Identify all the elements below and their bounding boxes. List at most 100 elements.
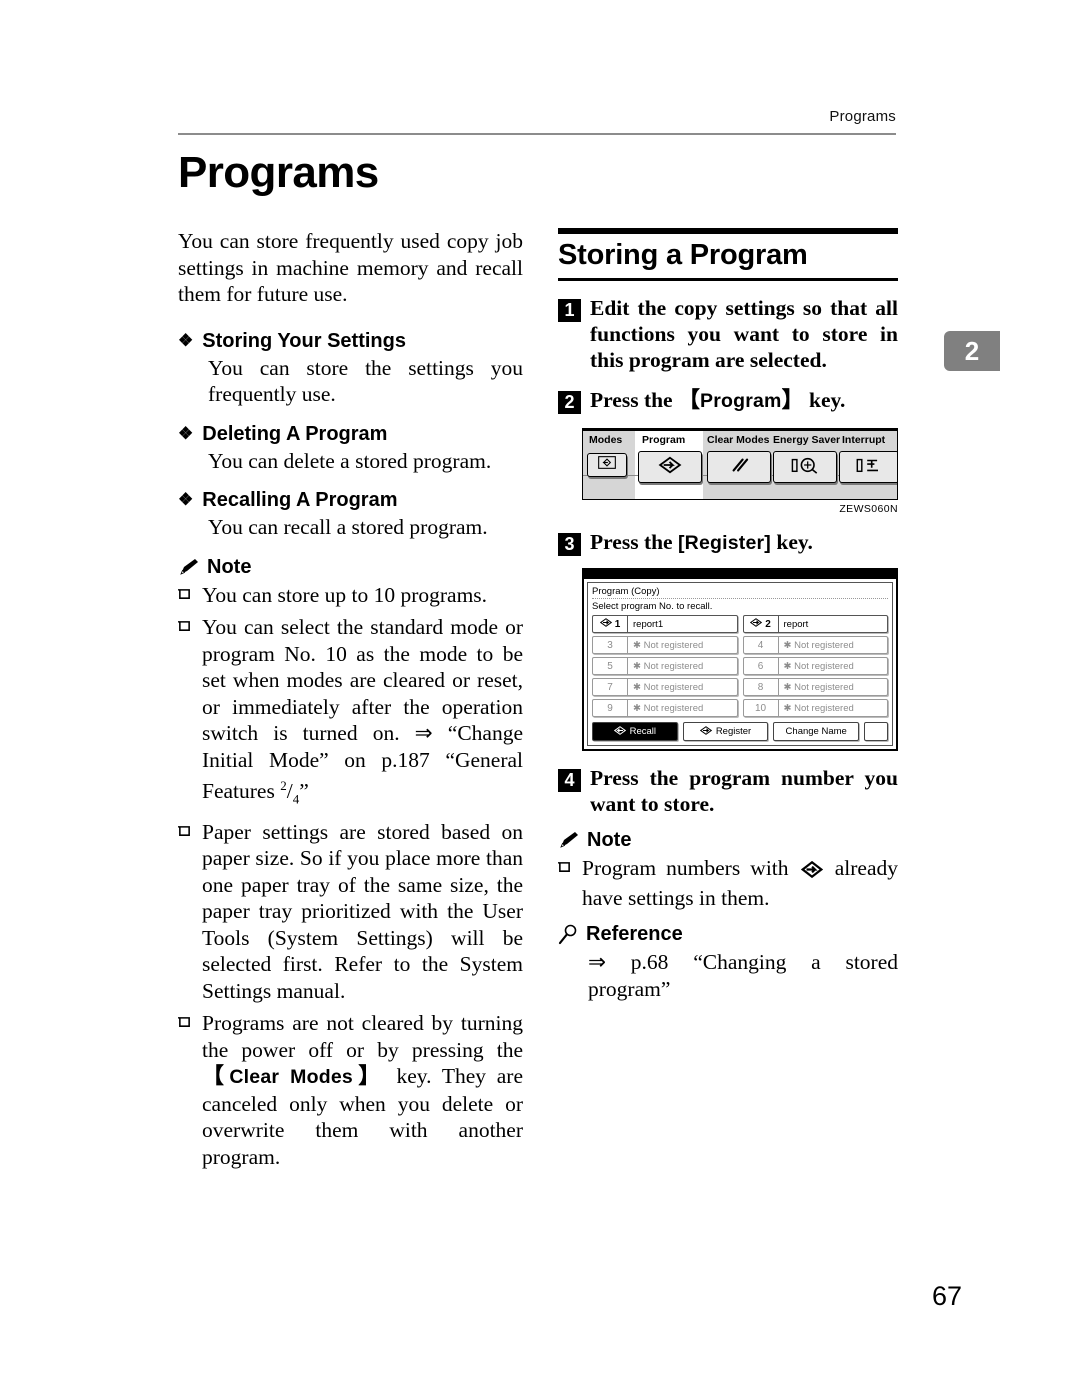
program-name: ✱ Not registered bbox=[633, 681, 704, 693]
pencil-icon bbox=[178, 558, 200, 577]
key-bracket-open: 【 bbox=[202, 1063, 230, 1089]
interrupt-icon bbox=[855, 456, 883, 479]
register-button[interactable]: Register bbox=[682, 722, 769, 741]
program-entry-7[interactable]: 7 ✱ Not registered bbox=[592, 678, 738, 696]
step-number: 1 bbox=[558, 299, 581, 322]
note-item: Programs are not cleared by turning the … bbox=[178, 1010, 523, 1170]
feature-heading-text: Deleting A Program bbox=[202, 422, 388, 445]
program-key[interactable] bbox=[638, 451, 702, 483]
section-rule-bottom bbox=[558, 278, 898, 281]
program-entry-3[interactable]: 3 ✱ Not registered bbox=[592, 636, 738, 654]
program-number-text: 4 bbox=[757, 639, 764, 651]
modes-key[interactable] bbox=[587, 453, 627, 477]
reference-heading-text: Reference bbox=[586, 923, 683, 945]
note-text-before: Program numbers with bbox=[582, 856, 799, 880]
note-text: Program numbers with already have settin… bbox=[582, 855, 898, 911]
key-label: Program bbox=[700, 390, 782, 412]
left-column: You can store frequently used copy job s… bbox=[178, 228, 523, 1176]
square-bullet-icon bbox=[558, 855, 572, 911]
program-number: 7 bbox=[593, 679, 628, 695]
note-list: You can store up to 10 programs. You can… bbox=[178, 582, 523, 1171]
step-number: 3 bbox=[558, 533, 581, 556]
program-name-text: Not registered bbox=[643, 702, 704, 714]
clear-modes-key[interactable] bbox=[707, 451, 771, 483]
program-number: 3 bbox=[593, 637, 628, 653]
note-text-before: Programs are not cleared by turning the … bbox=[202, 1011, 523, 1062]
step-text: Edit the copy settings so that all funct… bbox=[590, 296, 898, 372]
program-entry-5[interactable]: 5 ✱ Not registered bbox=[592, 657, 738, 675]
energy-saver-key[interactable] bbox=[773, 451, 837, 483]
program-number: 6 bbox=[744, 658, 779, 674]
feature-heading-text: Recalling A Program bbox=[202, 489, 398, 511]
feature-heading: ❖ Recalling A Program bbox=[178, 489, 523, 512]
program-diamond-icon bbox=[597, 455, 617, 475]
change-name-button[interactable]: Change Name bbox=[773, 722, 860, 741]
program-number: 4 bbox=[744, 637, 779, 653]
note-heading: Note bbox=[558, 829, 898, 852]
control-panel-body: Modes Program Clear Modes Energy Saver I… bbox=[582, 428, 898, 500]
program-entry-9[interactable]: 9 ✱ Not registered bbox=[592, 699, 738, 717]
program-entry-4[interactable]: 4 ✱ Not registered bbox=[742, 636, 888, 654]
program-number-text: 2 bbox=[765, 618, 771, 630]
program-name-text: Not registered bbox=[794, 681, 854, 693]
step-3: 3 Press the [Register] key. bbox=[558, 529, 898, 556]
panel-label-interrupt: Interrupt bbox=[842, 434, 886, 446]
running-header-text: Programs bbox=[829, 108, 896, 125]
square-bullet-icon bbox=[178, 1010, 192, 1170]
page-title: Programs bbox=[178, 148, 379, 197]
program-entry-2[interactable]: 2 report bbox=[742, 615, 888, 633]
feature-recalling-a-program: ❖ Recalling A Program You can recall a s… bbox=[178, 489, 523, 541]
step-2: 2 Press the 【Program】 key. bbox=[558, 387, 898, 414]
key-bracket-close: 】 bbox=[781, 387, 804, 412]
program-number-text: 6 bbox=[757, 660, 764, 672]
step-text: Press the program number you want to sto… bbox=[590, 766, 898, 816]
program-name: ✱ Not registered bbox=[783, 660, 854, 672]
feature-deleting-a-program: ❖ Deleting A Program You can delete a st… bbox=[178, 423, 523, 475]
reference-heading: Reference bbox=[558, 923, 898, 946]
diamond-bullet-icon: ❖ bbox=[178, 423, 194, 443]
program-entry-1[interactable]: 1 report1 bbox=[592, 615, 738, 633]
feature-heading-text: Storing Your Settings bbox=[202, 329, 406, 352]
section-rule-top bbox=[558, 228, 898, 234]
lcd-top-bar bbox=[584, 570, 896, 579]
diamond-bullet-icon: ❖ bbox=[178, 330, 194, 350]
fraction-numerator: 2 bbox=[280, 778, 287, 793]
step-1: 1 Edit the copy settings so that all fun… bbox=[558, 295, 898, 373]
step-number: 4 bbox=[558, 769, 581, 792]
feature-heading: ❖ Storing Your Settings bbox=[178, 330, 523, 353]
program-name-text: Not registered bbox=[794, 660, 854, 672]
program-entry-10[interactable]: 10 ✱ Not registered bbox=[742, 699, 888, 717]
program-entry-8[interactable]: 8 ✱ Not registered bbox=[742, 678, 888, 696]
recall-icon bbox=[613, 725, 626, 738]
program-name-text: Not registered bbox=[794, 639, 854, 651]
register-icon bbox=[699, 725, 712, 738]
step-text: Press the 【Program】 key. bbox=[590, 387, 898, 414]
key-bracket-close: 】 bbox=[352, 1063, 386, 1089]
panel-label-modes: Modes bbox=[589, 434, 623, 446]
program-name: ✱ Not registered bbox=[783, 702, 854, 714]
note-list: Program numbers with already have settin… bbox=[558, 855, 898, 911]
interrupt-key[interactable] bbox=[839, 451, 897, 483]
note-heading: Note bbox=[178, 556, 523, 579]
step-text-before: Press the bbox=[590, 530, 678, 554]
program-entry-6[interactable]: 6 ✱ Not registered bbox=[742, 657, 888, 675]
step-text-before: Press the bbox=[590, 388, 678, 412]
lcd-title: Program (Copy) bbox=[592, 586, 888, 599]
program-name-text: Not registered bbox=[643, 681, 704, 693]
step-text: Press the [Register] key. bbox=[590, 529, 898, 556]
figure-code: ZEWS060N bbox=[839, 503, 898, 515]
lcd-extra-button[interactable] bbox=[864, 722, 889, 741]
program-name: ✱ Not registered bbox=[783, 639, 854, 651]
recall-button[interactable]: Recall bbox=[592, 722, 678, 741]
chapter-tab-number: 2 bbox=[964, 335, 980, 366]
note-text-before: You can select the standard mode or prog… bbox=[202, 615, 523, 804]
pencil-icon bbox=[558, 831, 580, 850]
clear-modes-icon bbox=[726, 456, 752, 479]
note-heading-text: Note bbox=[587, 829, 632, 851]
feature-heading: ❖ Deleting A Program bbox=[178, 423, 523, 446]
program-name: ✱ Not registered bbox=[783, 681, 854, 693]
lcd-content: Program (Copy) Select program No. to rec… bbox=[587, 582, 893, 746]
control-panel-figure: Modes Program Clear Modes Energy Saver I… bbox=[582, 428, 898, 515]
program-number: 1 bbox=[593, 616, 628, 632]
square-bullet-icon bbox=[178, 819, 192, 1005]
